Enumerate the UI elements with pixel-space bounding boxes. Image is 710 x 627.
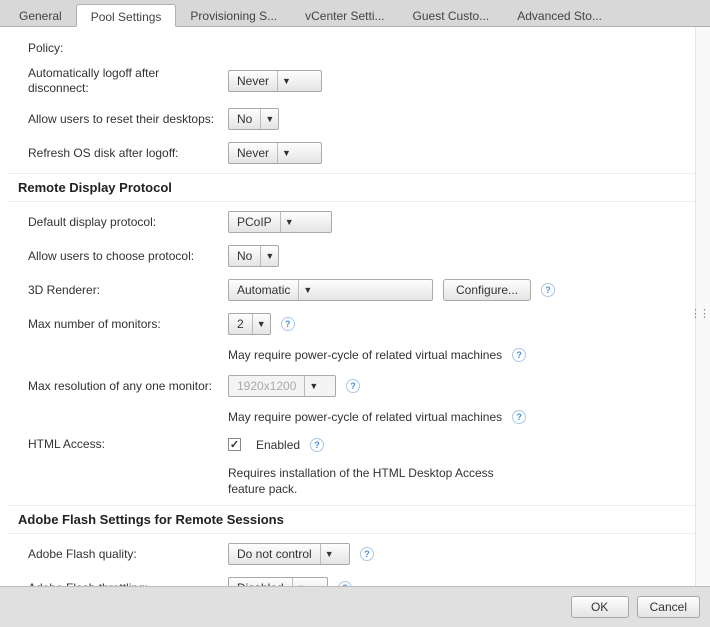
chevron-down-icon: ▼ [277, 71, 295, 91]
cancel-button[interactable]: Cancel [637, 596, 700, 618]
auto-logoff-label: Automatically logoff after disconnect: [28, 66, 228, 96]
max-resolution-label: Max resolution of any one monitor: [28, 379, 228, 394]
help-icon[interactable]: ? [346, 379, 360, 393]
section-remote-display: Remote Display Protocol [8, 174, 702, 202]
chevron-down-icon: ▼ [260, 109, 278, 129]
policy-label-clipped: Policy: [8, 35, 702, 57]
tab-vcenter[interactable]: vCenter Setti... [291, 4, 398, 26]
scrollbar-track[interactable]: ⋮⋮ [695, 27, 710, 586]
allow-choose-protocol-label: Allow users to choose protocol: [28, 249, 228, 264]
html-access-label: HTML Access: [28, 437, 228, 452]
content-panel: Policy: Automatically logoff after disco… [0, 27, 710, 586]
chevron-down-icon: ▼ [280, 212, 298, 232]
chevron-down-icon: ▼ [304, 376, 322, 396]
refresh-os-dropdown[interactable]: Never ▼ [228, 142, 322, 164]
chevron-down-icon: ▼ [292, 578, 310, 586]
chevron-down-icon: ▼ [260, 246, 278, 266]
help-icon[interactable]: ? [512, 410, 526, 424]
tab-pool-settings[interactable]: Pool Settings [76, 4, 177, 27]
flash-quality-dropdown[interactable]: Do not control ▼ [228, 543, 350, 565]
power-cycle-note-2: May require power-cycle of related virtu… [8, 406, 702, 428]
flash-quality-label: Adobe Flash quality: [28, 547, 228, 562]
chevron-down-icon: ▼ [252, 314, 270, 334]
default-protocol-dropdown[interactable]: PCoIP ▼ [228, 211, 332, 233]
help-icon[interactable]: ? [512, 348, 526, 362]
tabs-bar: General Pool Settings Provisioning S... … [0, 0, 710, 27]
allow-reset-label: Allow users to reset their desktops: [28, 112, 228, 127]
allow-reset-dropdown[interactable]: No ▼ [228, 108, 279, 130]
html-access-checkbox[interactable] [228, 438, 241, 451]
flash-throttling-dropdown[interactable]: Disabled ▼ [228, 577, 328, 586]
3d-renderer-dropdown[interactable]: Automatic ▼ [228, 279, 433, 301]
power-cycle-note-1: May require power-cycle of related virtu… [8, 344, 702, 366]
tab-guest-customization[interactable]: Guest Custo... [399, 4, 504, 26]
max-resolution-dropdown: 1920x1200 ▼ [228, 375, 336, 397]
tab-provisioning[interactable]: Provisioning S... [176, 4, 291, 26]
configure-button[interactable]: Configure... [443, 279, 531, 301]
dialog-footer: OK Cancel [0, 586, 710, 627]
help-icon[interactable]: ? [360, 547, 374, 561]
html-access-enabled-label: Enabled [256, 438, 300, 452]
drag-handle-icon[interactable]: ⋮⋮ [690, 307, 708, 320]
help-icon[interactable]: ? [541, 283, 555, 297]
refresh-os-label: Refresh OS disk after logoff: [28, 146, 228, 161]
tab-general[interactable]: General [5, 4, 76, 26]
max-monitors-label: Max number of monitors: [28, 317, 228, 332]
max-monitors-dropdown[interactable]: 2 ▼ [228, 313, 271, 335]
default-protocol-label: Default display protocol: [28, 215, 228, 230]
chevron-down-icon: ▼ [298, 280, 316, 300]
help-icon[interactable]: ? [281, 317, 295, 331]
3d-renderer-label: 3D Renderer: [28, 283, 228, 298]
section-adobe-flash: Adobe Flash Settings for Remote Sessions [8, 506, 702, 534]
tab-advanced-storage[interactable]: Advanced Sto... [503, 4, 616, 26]
help-icon[interactable]: ? [310, 438, 324, 452]
ok-button[interactable]: OK [571, 596, 629, 618]
auto-logoff-dropdown[interactable]: Never ▼ [228, 70, 322, 92]
allow-choose-protocol-dropdown[interactable]: No ▼ [228, 245, 279, 267]
chevron-down-icon: ▼ [320, 544, 338, 564]
chevron-down-icon: ▼ [277, 143, 295, 163]
html-access-note: Requires installation of the HTML Deskto… [8, 461, 508, 501]
